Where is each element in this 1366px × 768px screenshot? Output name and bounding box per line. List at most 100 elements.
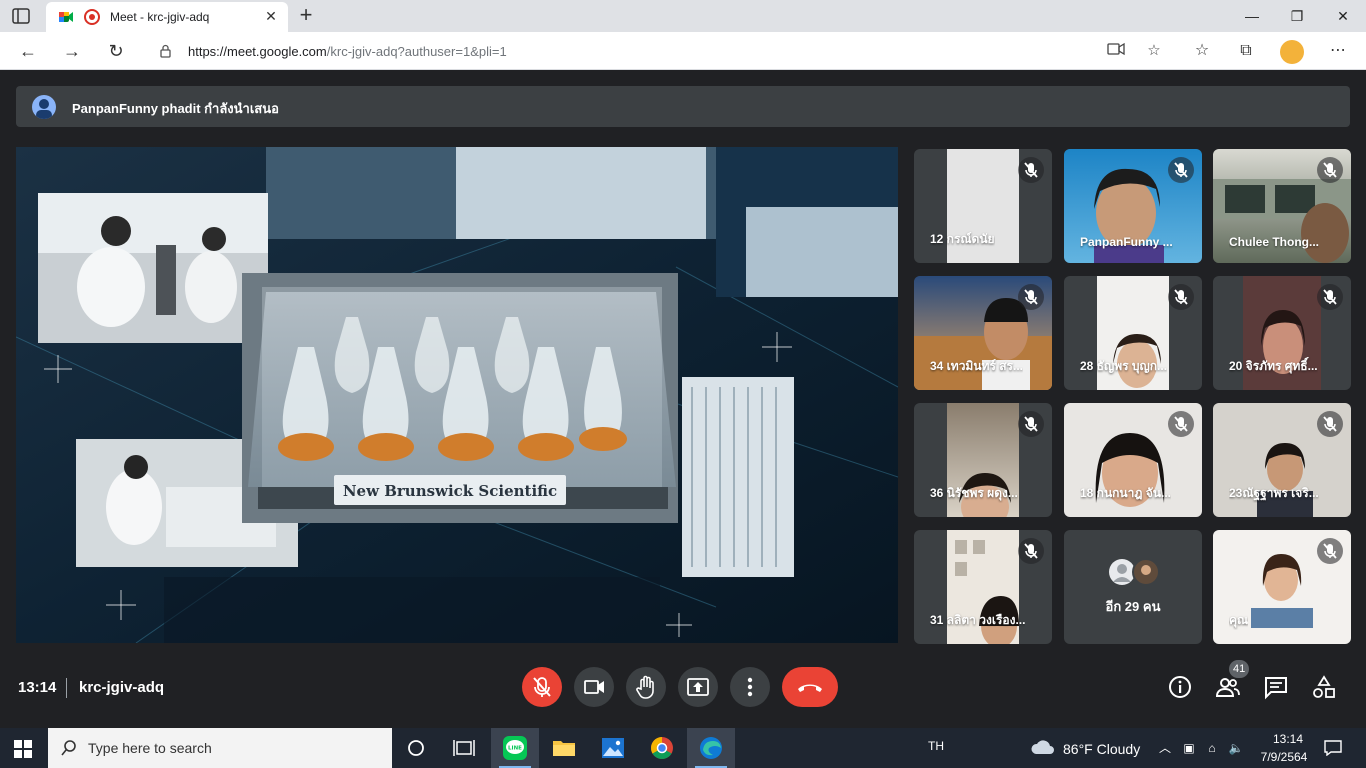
more-vertical-icon: [747, 677, 753, 697]
new-tab-icon[interactable]: +: [294, 4, 318, 28]
line-app-icon[interactable]: LINE: [491, 728, 539, 768]
input-language[interactable]: TH: [928, 739, 944, 753]
participant-tile[interactable]: 31 ลลิตา วงเรือง...: [914, 530, 1052, 644]
favorites-icon[interactable]: ☆: [1190, 40, 1214, 62]
svg-text:LINE: LINE: [508, 746, 522, 752]
windows-taskbar: Type here to search LINE TH 86°F Cloudy …: [0, 728, 1366, 768]
browser-tab[interactable]: Meet - krc-jgiv-adq ✕: [46, 2, 288, 32]
clock-date[interactable]: 7/9/2564: [1256, 750, 1312, 764]
recording-icon: [84, 9, 100, 25]
windows-start-icon[interactable]: [14, 740, 32, 758]
profile-avatar[interactable]: [1280, 40, 1304, 64]
participant-tile[interactable]: 18 กนกนาฎ จัน...: [1064, 403, 1202, 517]
presentation-caption: New Brunswick Scientific: [343, 482, 557, 500]
participant-tile[interactable]: Chulee Thong...: [1213, 149, 1351, 263]
close-tab-icon[interactable]: ✕: [262, 7, 280, 25]
mic-off-icon: [1018, 538, 1044, 564]
camera-toggle-button[interactable]: [574, 667, 614, 707]
participant-tile[interactable]: 28 ธัญพร บุญก...: [1064, 276, 1202, 390]
forward-icon[interactable]: →: [58, 38, 86, 64]
participant-name: 31 ลลิตา วงเรือง...: [930, 613, 1026, 627]
meeting-time: 13:14: [18, 679, 57, 696]
weather-text[interactable]: 86°F Cloudy: [1063, 741, 1140, 757]
presenter-avatar: [32, 95, 56, 119]
participant-tile[interactable]: 36 นิรัชพร ผดุง...: [914, 403, 1052, 517]
url-path: /krc-jgiv-adq?authuser=1&pli=1: [326, 44, 507, 59]
participant-name: 23ณัฐฐาพร เจริ...: [1229, 486, 1319, 500]
tab-actions-icon[interactable]: [10, 6, 32, 26]
participant-tile[interactable]: 20 จิรภัทร ศุทธิ์...: [1213, 276, 1351, 390]
back-icon[interactable]: ←: [14, 38, 42, 64]
participant-name: 18 กนกนาฎ จัน...: [1080, 486, 1171, 500]
network-icon[interactable]: ⌂: [1204, 740, 1220, 756]
reload-icon[interactable]: ↻: [102, 38, 130, 64]
close-window-icon[interactable]: ✕: [1320, 0, 1366, 32]
mic-off-icon: [1018, 284, 1044, 310]
mic-off-icon: [1168, 157, 1194, 183]
others-avatars-icon: [1109, 558, 1160, 586]
raise-hand-button[interactable]: [626, 667, 666, 707]
mic-off-icon: [1168, 411, 1194, 437]
more-options-button[interactable]: [730, 667, 770, 707]
search-placeholder: Type here to search: [88, 740, 212, 756]
clock-time[interactable]: 13:14: [1264, 732, 1312, 746]
mic-off-icon: [1018, 411, 1044, 437]
others-tile[interactable]: อีก 29 คน: [1064, 530, 1202, 644]
participant-tile[interactable]: 23ณัฐฐาพร เจริ...: [1213, 403, 1351, 517]
taskbar-search-box[interactable]: Type here to search: [48, 728, 392, 768]
participant-name: Chulee Thong...: [1229, 235, 1319, 249]
device-icon[interactable]: ▣: [1181, 740, 1197, 756]
participant-tile[interactable]: 34 เทวมินทร์ สร...: [914, 276, 1052, 390]
google-meet-icon: [58, 9, 74, 25]
edge-icon[interactable]: [687, 728, 735, 768]
cortana-icon[interactable]: [392, 728, 440, 768]
mic-off-icon: [1317, 538, 1343, 564]
activities-icon[interactable]: [1311, 674, 1337, 700]
microphone-toggle-button[interactable]: [522, 667, 562, 707]
restore-icon[interactable]: ❐: [1274, 0, 1320, 32]
hand-icon: [636, 675, 654, 699]
mic-off-icon: [1168, 284, 1194, 310]
presentation-video[interactable]: New Brunswick Scientific: [16, 147, 898, 643]
lock-icon: [160, 44, 171, 58]
chrome-icon[interactable]: [638, 728, 686, 768]
address-bar[interactable]: https://meet.google.com/krc-jgiv-adq?aut…: [146, 36, 1176, 66]
cloud-icon[interactable]: [1030, 738, 1056, 756]
participant-tile[interactable]: 12 กรณ์ดนัย: [914, 149, 1052, 263]
participant-name: PanpanFunny ...: [1080, 235, 1173, 249]
phone-hangup-icon: [798, 684, 822, 692]
mic-off-icon: [533, 677, 551, 697]
participant-name: 12 กรณ์ดนัย: [930, 232, 995, 246]
others-count: อีก 29 คน: [1105, 599, 1161, 614]
settings-more-icon[interactable]: ⋯: [1326, 40, 1350, 62]
camera-in-use-icon[interactable]: [1106, 42, 1126, 60]
file-explorer-icon[interactable]: [540, 728, 588, 768]
present-screen-button[interactable]: [678, 667, 718, 707]
task-view-icon[interactable]: [440, 728, 488, 768]
mic-off-icon: [1317, 157, 1343, 183]
meeting-code: krc-jgiv-adq: [79, 679, 165, 696]
participant-name: คุณ: [1229, 613, 1249, 627]
collections-icon[interactable]: ⧉: [1234, 40, 1258, 62]
url-host: https://meet.google.com: [188, 44, 327, 59]
photos-icon[interactable]: [589, 728, 637, 768]
participant-name: 20 จิรภัทร ศุทธิ์...: [1229, 359, 1318, 373]
self-tile[interactable]: คุณ: [1213, 530, 1351, 644]
leave-call-button[interactable]: [782, 667, 838, 707]
presenter-text: PanpanFunny phadit กำลังนำเสนอ: [72, 101, 279, 116]
meeting-details-icon[interactable]: [1167, 674, 1193, 700]
presenter-banner: PanpanFunny phadit กำลังนำเสนอ: [16, 86, 1350, 127]
chat-icon[interactable]: [1263, 674, 1289, 700]
browser-toolbar: ← → ↻ https://meet.google.com/krc-jgiv-a…: [0, 32, 1366, 70]
mic-off-icon: [1317, 411, 1343, 437]
minimize-icon[interactable]: —: [1229, 0, 1275, 32]
tab-title: Meet - krc-jgiv-adq: [110, 10, 210, 24]
participant-tile[interactable]: PanpanFunny ...: [1064, 149, 1202, 263]
presentation-frame: New Brunswick Scientific: [16, 147, 898, 643]
volume-icon[interactable]: 🔈: [1228, 740, 1244, 756]
chevron-up-icon[interactable]: ︿: [1157, 740, 1173, 756]
url-text: https://meet.google.com/krc-jgiv-adq?aut…: [188, 44, 507, 59]
notifications-icon[interactable]: [1324, 740, 1342, 757]
browser-tab-strip: Meet - krc-jgiv-adq ✕ + — ❐ ✕: [0, 0, 1366, 32]
add-favorite-icon[interactable]: ☆: [1144, 42, 1164, 60]
